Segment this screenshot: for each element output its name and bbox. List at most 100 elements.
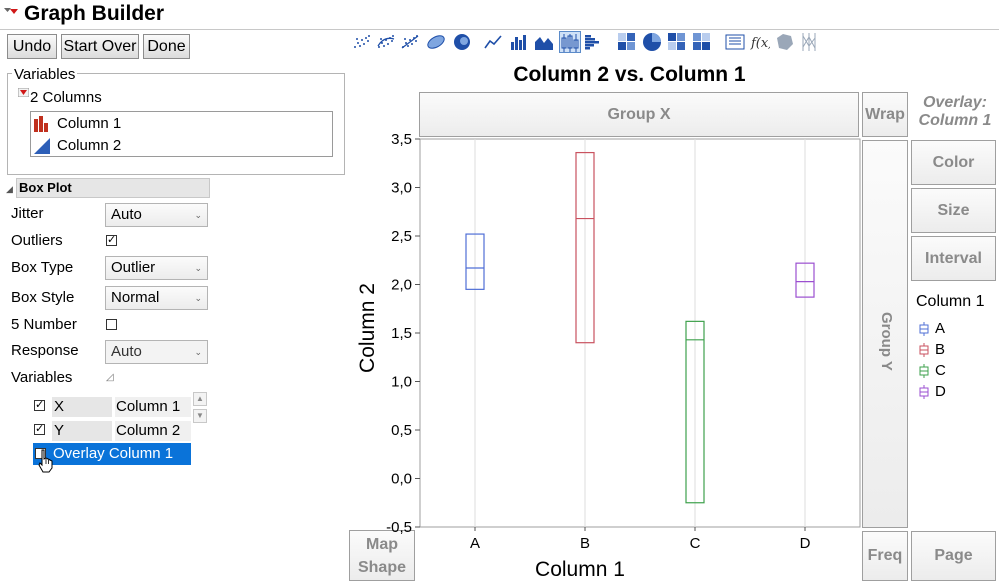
column-group-hotspot-icon[interactable] — [18, 88, 29, 97]
x-tick-label: B — [580, 535, 590, 552]
chevron-down-icon: ⌄ — [194, 293, 202, 303]
overlay-zone[interactable]: Overlay: Column 1 — [912, 94, 998, 138]
legend-swatch-icon — [919, 343, 929, 357]
legend-swatch-icon — [919, 322, 929, 336]
box-plot-graph[interactable]: -0,5 0,0 0,5 1,0 1,5 2,0 2,5 3,0 3,5 A B C D Column 1… — [340, 130, 862, 584]
role-name: Y — [52, 421, 112, 441]
points-icon[interactable] — [351, 31, 373, 53]
move-up-button[interactable]: ▲ — [193, 392, 207, 406]
area-icon[interactable] — [533, 31, 555, 53]
chevron-down-icon: ⌄ — [194, 210, 202, 220]
box-plot-icon[interactable] — [559, 31, 581, 53]
box-plot-header[interactable]: Box Plot — [16, 178, 210, 198]
overlay-zone-line1: Overlay: — [922, 94, 988, 111]
y-tick-label: 0,0 — [391, 471, 412, 488]
caption-box-icon[interactable] — [724, 31, 746, 53]
chevron-down-icon: ⌄ — [194, 347, 202, 357]
pie-icon[interactable] — [641, 31, 663, 53]
parallel-icon[interactable] — [798, 31, 820, 53]
graph-builder-window: Graph Builder Undo Start Over Done f(x) … — [0, 0, 999, 584]
hand-cursor-icon — [38, 449, 53, 473]
ellipse-icon[interactable] — [425, 31, 447, 53]
move-down-button[interactable]: ▼ — [193, 409, 207, 423]
chart-title: Column 2 vs. Column 1 — [513, 63, 746, 86]
continuous-icon — [34, 138, 50, 154]
legend-swatch-icon — [919, 385, 929, 399]
role-row-x[interactable]: X Column 1 — [33, 397, 193, 417]
map-shapes-icon[interactable] — [774, 31, 796, 53]
start-over-button[interactable]: Start Over — [61, 34, 139, 59]
treemap-icon[interactable] — [666, 31, 688, 53]
contour-icon[interactable] — [451, 31, 473, 53]
role-name: X — [52, 397, 112, 417]
legend-title: Column 1 — [916, 293, 985, 310]
role-row-overlay[interactable]: ✓ Overlay Column 1 — [33, 443, 191, 465]
group-y-label: Group Y — [878, 311, 895, 371]
freq-zone[interactable]: Freq — [862, 531, 908, 581]
response-value: Auto — [111, 343, 142, 360]
box-type-value: Outlier — [111, 259, 156, 276]
line-icon[interactable] — [482, 31, 504, 53]
overlay-zone-line2: Column 1 — [918, 112, 992, 129]
box-type-label: Box Type — [11, 259, 74, 276]
done-button[interactable]: Done — [143, 34, 190, 59]
x-tick-label: D — [800, 535, 811, 552]
page-zone[interactable]: Page — [911, 531, 996, 581]
response-select[interactable]: Auto ⌄ — [105, 340, 208, 364]
hotspot-icon[interactable] — [2, 5, 20, 21]
overlay-label: Overlay Column 1 — [53, 445, 174, 462]
outliers-label: Outliers — [11, 232, 63, 249]
role-column: Column 1 — [115, 397, 191, 417]
jitter-select[interactable]: Auto ⌄ — [105, 203, 208, 227]
y-tick-label: 1,0 — [391, 374, 412, 391]
mosaic-icon[interactable] — [691, 31, 713, 53]
role-column: Column 2 — [115, 421, 191, 441]
legend-label: A — [935, 320, 946, 337]
variables-panel-title: Variables — [12, 66, 78, 83]
jitter-value: Auto — [111, 206, 142, 223]
formula-icon[interactable]: f(x) — [749, 31, 771, 53]
nominal-icon — [34, 116, 48, 132]
smoother-icon[interactable] — [375, 31, 397, 53]
y-tick-label: 2,5 — [391, 228, 412, 245]
y-tick-label: 0,5 — [391, 422, 412, 439]
y-tick-label: -0,5 — [386, 519, 412, 536]
heatmap-icon[interactable] — [616, 31, 638, 53]
box-style-select[interactable]: Normal ⌄ — [105, 286, 208, 310]
column-group-label: 2 Columns — [30, 89, 102, 106]
interval-zone[interactable]: Interval — [911, 236, 996, 281]
five-number-label: 5 Number — [11, 316, 77, 333]
svg-text:f(x): f(x) — [750, 36, 770, 51]
group-y-zone[interactable]: Group Y — [862, 140, 908, 528]
color-zone[interactable]: Color — [911, 140, 996, 185]
x-axis-title[interactable]: Column 1 — [535, 558, 625, 581]
title-bar: Graph Builder — [0, 0, 999, 30]
y-tick-label: 3,0 — [391, 180, 412, 197]
five-number-checkbox[interactable] — [106, 319, 117, 330]
plot-frame — [419, 138, 861, 528]
outliers-checkbox[interactable]: ✓ — [106, 235, 117, 246]
x-tick-label: A — [470, 535, 480, 552]
bar-icon[interactable] — [508, 31, 530, 53]
wrap-zone[interactable]: Wrap — [862, 92, 908, 137]
legend-label: D — [935, 383, 946, 400]
variables-disclosure-icon[interactable]: ◿ — [106, 372, 114, 383]
y-axis-title[interactable]: Column 2 — [356, 283, 379, 373]
disclosure-icon[interactable]: ◢ — [6, 184, 13, 195]
line-of-fit-icon[interactable] — [399, 31, 421, 53]
role-row-y[interactable]: Y Column 2 — [33, 421, 193, 441]
undo-button[interactable]: Undo — [7, 34, 57, 59]
legend-swatch-icon — [919, 364, 929, 378]
histogram-icon[interactable] — [583, 31, 605, 53]
y-tick-label: 3,5 — [391, 131, 412, 148]
size-zone[interactable]: Size — [911, 188, 996, 233]
box-style-value: Normal — [111, 289, 160, 306]
window-title: Graph Builder — [24, 2, 165, 25]
column-list: Column 1 Column 2 — [30, 111, 333, 157]
column-item-label: Column 1 — [57, 115, 122, 132]
jitter-label: Jitter — [11, 205, 44, 222]
y-tick-label: 1,5 — [391, 325, 412, 342]
response-label: Response — [11, 342, 79, 359]
legend-label: B — [935, 341, 946, 358]
box-type-select[interactable]: Outlier ⌄ — [105, 256, 208, 280]
